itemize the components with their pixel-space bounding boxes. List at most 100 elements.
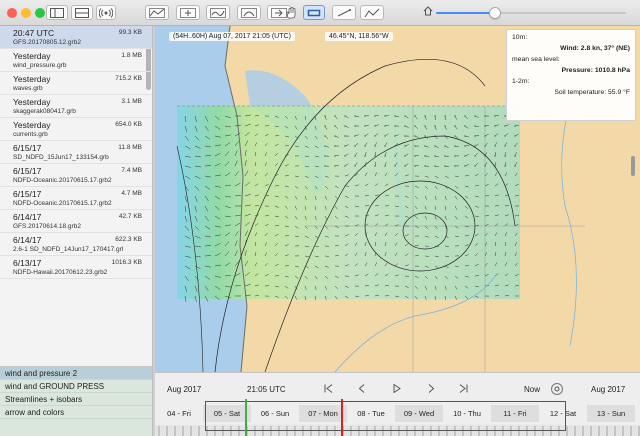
rectangle-select-button[interactable] xyxy=(303,5,325,20)
file-list-item[interactable]: Yesterday 1.8 MB wind_pressure.grb xyxy=(0,49,152,72)
grid-point xyxy=(384,135,386,137)
zoom-slider-knob[interactable] xyxy=(488,7,501,19)
skip-to-start-button[interactable] xyxy=(321,381,337,395)
grid-point xyxy=(344,155,346,157)
current-time-marker[interactable] xyxy=(341,399,343,436)
grid-point xyxy=(504,165,506,167)
style-list-item[interactable]: arrow and colors xyxy=(0,406,152,419)
grid-point xyxy=(354,135,356,137)
step-forward-button[interactable] xyxy=(423,381,439,395)
style-list-item[interactable]: Streamlines + isobars xyxy=(0,393,152,406)
grid-point xyxy=(324,145,326,147)
style-list-item[interactable]: wind and pressure 2 xyxy=(0,367,152,380)
isochrone-button[interactable] xyxy=(237,5,261,20)
grid-point xyxy=(474,135,476,137)
day-cell[interactable]: 13 - Sun xyxy=(587,405,635,422)
file-name: skaggerak080417.grb xyxy=(13,108,76,115)
grid-point xyxy=(474,165,476,167)
grid-point xyxy=(334,125,336,127)
route-button[interactable] xyxy=(145,5,169,20)
grid-point xyxy=(374,145,376,147)
play-button[interactable] xyxy=(389,381,405,395)
file-list-item[interactable]: 6/14/17 42.7 KB GFS.20170614.18.grb2 xyxy=(0,210,152,233)
broadcast-button[interactable] xyxy=(96,5,116,20)
file-list-item[interactable]: 6/14/17 622.3 KB 2.6-1 SD_NDFD_14Jun17_170… xyxy=(0,233,152,256)
file-list-item[interactable]: 6/15/17 7.4 MB NDFD-Oceanic.20170615.17.gr… xyxy=(0,164,152,187)
file-name: SD_NDFD_15Jun17_133154.grb xyxy=(13,154,109,161)
timeline-selection[interactable] xyxy=(205,401,566,431)
skip-to-end-button[interactable] xyxy=(455,381,471,395)
grid-point xyxy=(494,135,496,137)
pan-tool-button[interactable] xyxy=(280,5,302,20)
grid-point xyxy=(434,155,436,157)
file-size: 7.4 MB xyxy=(121,167,142,174)
grid-point xyxy=(444,155,446,157)
zoom-window-button[interactable] xyxy=(35,8,45,18)
grid-point xyxy=(374,155,376,157)
step-back-button[interactable] xyxy=(354,381,370,395)
file-name: GFS.20170805.12.grb2 xyxy=(13,39,81,46)
sidebar-toggle-button[interactable] xyxy=(46,5,68,20)
forecast-time-label: (54H..60H) Aug 07, 2017 21:05 (UTC) xyxy=(169,32,295,41)
file-size: 1.8 MB xyxy=(121,52,142,59)
file-list-item[interactable]: 6/13/17 1016.3 KB NDFD-Hawaii.20170612.23.… xyxy=(0,256,152,279)
grid-point xyxy=(504,125,506,127)
info-wind: Wind: 2.8 kn, 37° (NE) xyxy=(512,43,630,54)
grid-point xyxy=(454,125,456,127)
day-cell[interactable]: 04 - Fri xyxy=(155,405,203,422)
file-list-item[interactable]: 6/15/17 4.7 MB NDFD-Oceanic.20170615.17.gr… xyxy=(0,187,152,210)
isochrone-icon xyxy=(241,7,257,18)
grid-point xyxy=(464,115,466,117)
weather-map[interactable]: (54H..60H) Aug 07, 2017 21:05 (UTC) 46.4… xyxy=(155,26,640,372)
file-list-item[interactable]: 6/15/17 11.8 MB SD_NDFD_15Jun17_133154.grb xyxy=(0,141,152,164)
grid-point xyxy=(364,165,366,167)
style-list-item[interactable]: wind and GROUND PRESS xyxy=(0,380,152,393)
now-button[interactable]: Now xyxy=(524,385,540,394)
info-heading-10m: 10m: xyxy=(512,34,528,41)
file-size: 1016.3 KB xyxy=(111,259,142,266)
grid-point xyxy=(494,145,496,147)
grid-point xyxy=(454,115,456,117)
grid-point xyxy=(394,165,396,167)
home-icon[interactable] xyxy=(423,6,433,18)
file-list-item[interactable]: Yesterday 715.2 KB waves.grb xyxy=(0,72,152,95)
grid-point xyxy=(394,115,396,117)
grid-point xyxy=(464,155,466,157)
file-list-item[interactable]: Yesterday 654.0 KB currents.grb xyxy=(0,118,152,141)
add-waypoint-button[interactable] xyxy=(176,5,200,20)
timeline-left-month: Aug 2017 xyxy=(167,385,202,394)
grid-point xyxy=(324,135,326,137)
grid-point xyxy=(374,135,376,137)
grid-point xyxy=(384,155,386,157)
start-time-marker[interactable] xyxy=(245,399,247,436)
grid-point xyxy=(344,165,346,167)
line-tool-button[interactable] xyxy=(332,5,356,20)
info-soil: Soil temperature: 55.9 °F xyxy=(554,89,630,96)
close-window-button[interactable] xyxy=(7,8,17,18)
grid-point xyxy=(424,155,426,157)
grid-point xyxy=(324,155,326,157)
sailing-route-button[interactable] xyxy=(206,5,230,20)
grid-point xyxy=(494,115,496,117)
grid-point xyxy=(494,165,496,167)
timeline-settings-icon[interactable] xyxy=(551,383,563,395)
grid-point xyxy=(344,115,346,117)
timeline: Aug 2017 21:05 UTC Now Aug 2017 04 - Fri… xyxy=(155,372,640,436)
play-icon xyxy=(393,383,401,393)
grid-point xyxy=(484,165,486,167)
skip-forward-icon xyxy=(459,383,468,393)
layout-button[interactable] xyxy=(71,5,93,20)
file-list-item[interactable]: Yesterday 3.1 MB skaggerak080417.grb xyxy=(0,95,152,118)
polyline-tool-button[interactable] xyxy=(360,5,384,20)
map-scrollbar[interactable] xyxy=(631,156,635,176)
minimize-window-button[interactable] xyxy=(21,8,31,18)
grid-point xyxy=(484,155,486,157)
skip-back-icon xyxy=(324,383,333,393)
grid-point xyxy=(414,115,416,117)
grid-point xyxy=(374,115,376,117)
grid-point xyxy=(484,135,486,137)
grid-point xyxy=(404,165,406,167)
grid-point xyxy=(474,155,476,157)
zoom-slider[interactable] xyxy=(436,7,626,19)
file-list-item[interactable]: 20:47 UTC 99.3 KB GFS.20170805.12.grb2 xyxy=(0,26,152,49)
